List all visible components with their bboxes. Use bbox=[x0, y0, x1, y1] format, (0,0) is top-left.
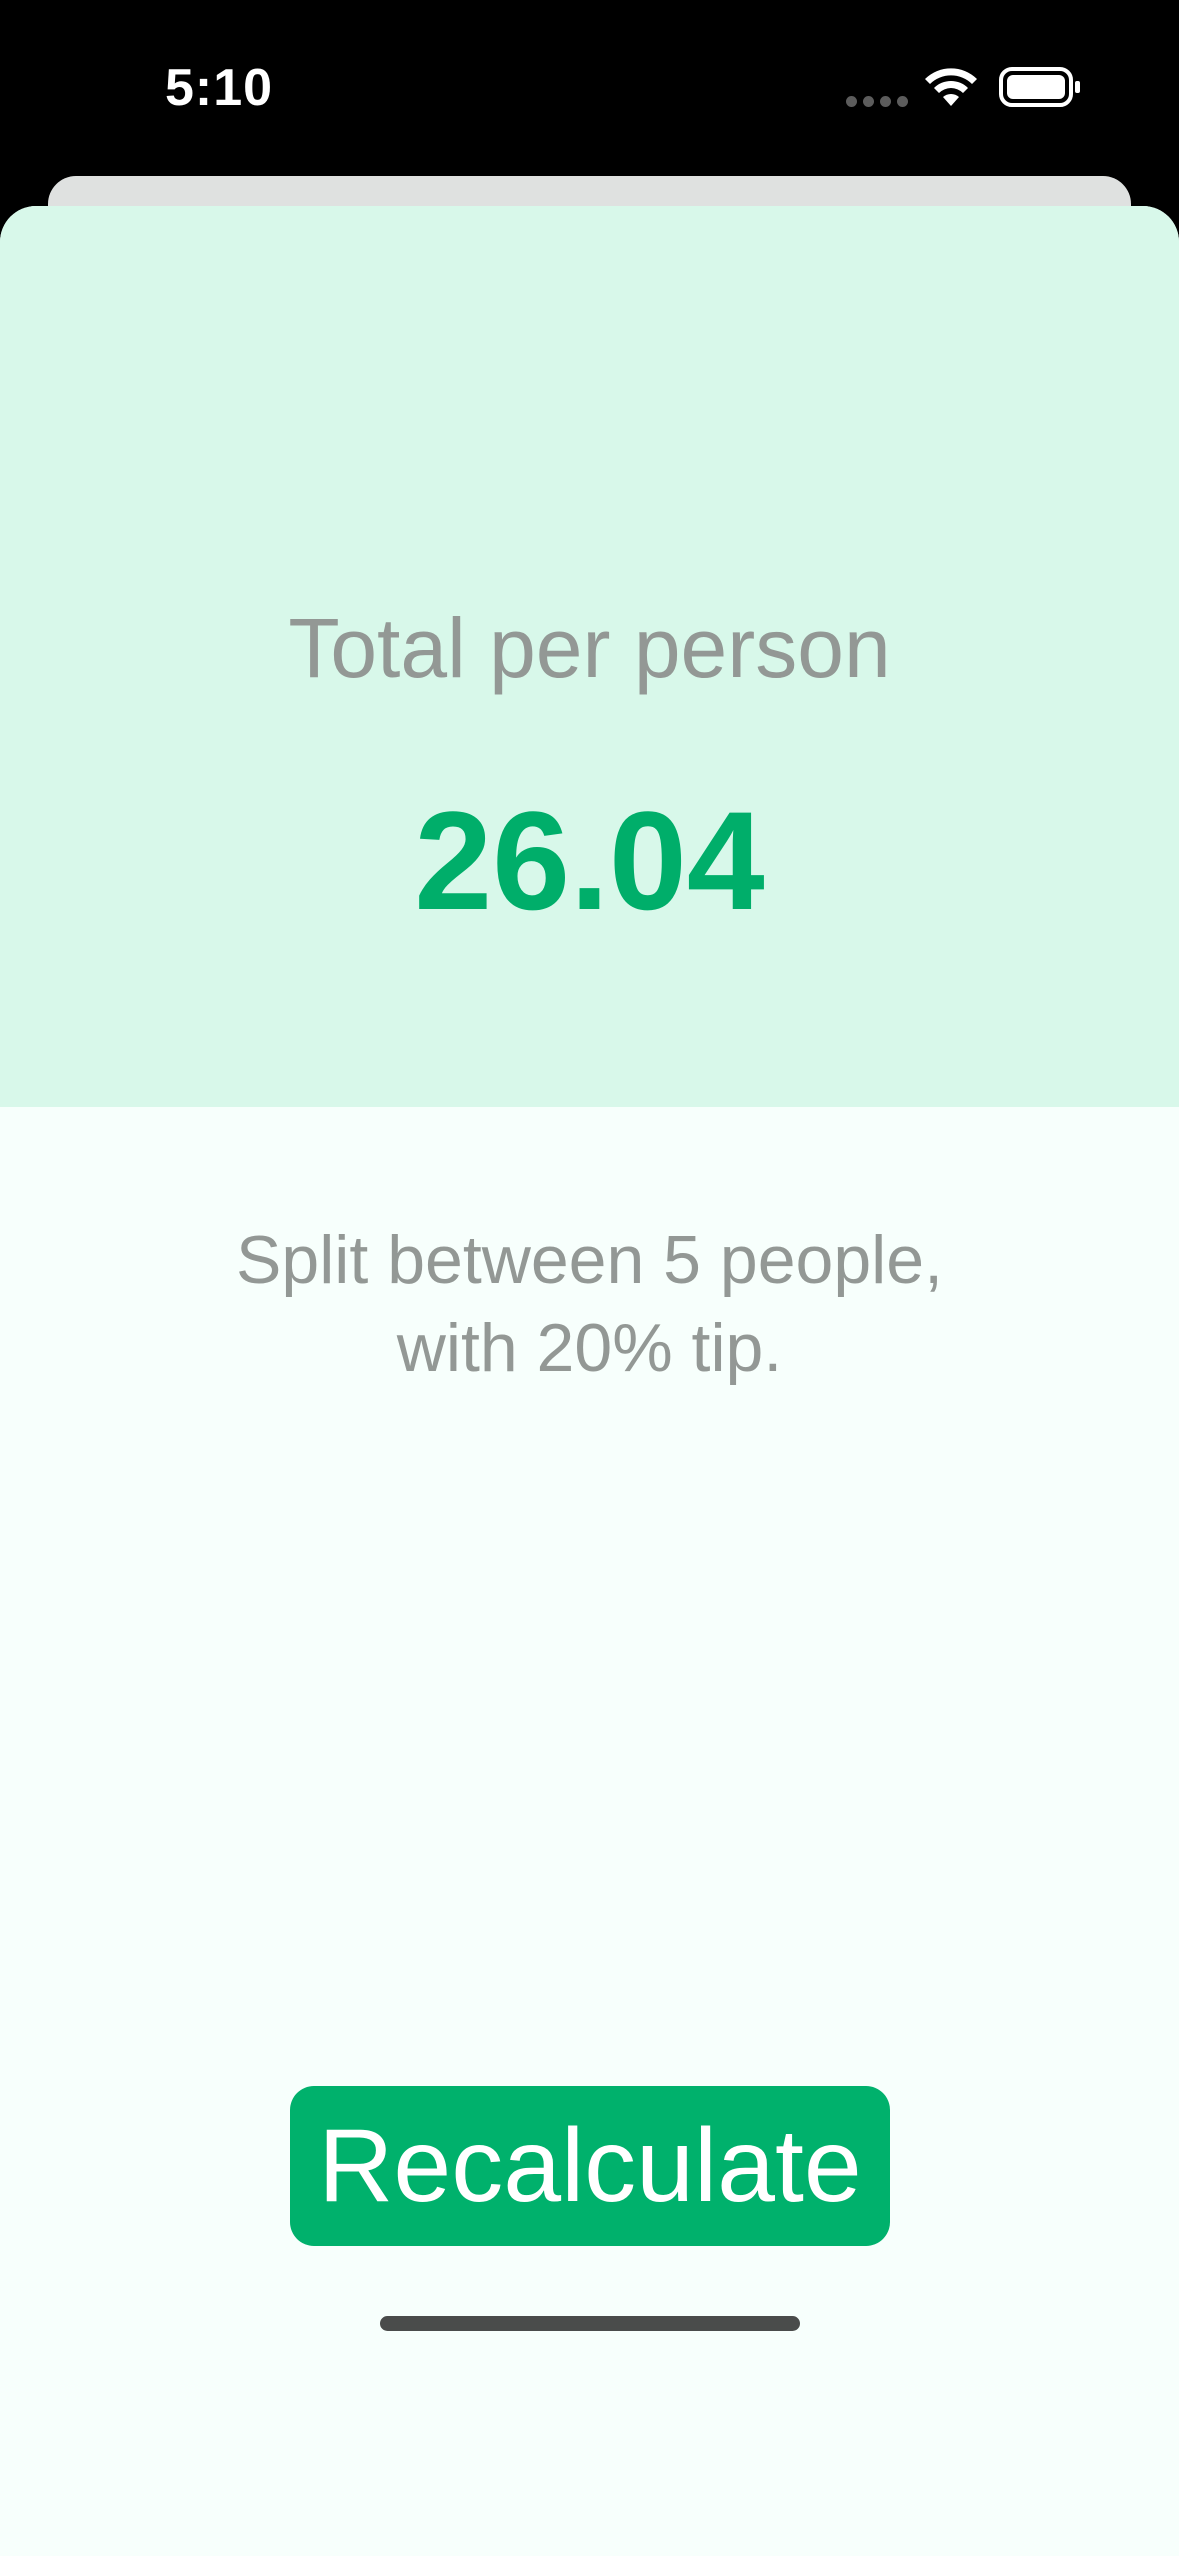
split-summary-line-2: with 20% tip. bbox=[396, 1310, 783, 1386]
total-panel: Total per person 26.04 bbox=[0, 206, 1179, 1107]
recalculate-button[interactable]: Recalculate bbox=[290, 2086, 890, 2246]
wifi-icon bbox=[925, 68, 977, 106]
status-bar: 5:10 bbox=[0, 0, 1179, 180]
split-summary-line-1: Split between 5 people, bbox=[236, 1222, 943, 1298]
signal-dots-icon bbox=[846, 96, 908, 107]
total-per-person-value: 26.04 bbox=[414, 782, 765, 939]
split-summary: Split between 5 people, with 20% tip. bbox=[100, 1216, 1079, 1392]
status-time: 5:10 bbox=[165, 59, 274, 117]
battery-icon bbox=[999, 67, 1080, 107]
home-indicator[interactable] bbox=[380, 2316, 800, 2331]
total-per-person-label: Total per person bbox=[288, 601, 891, 695]
